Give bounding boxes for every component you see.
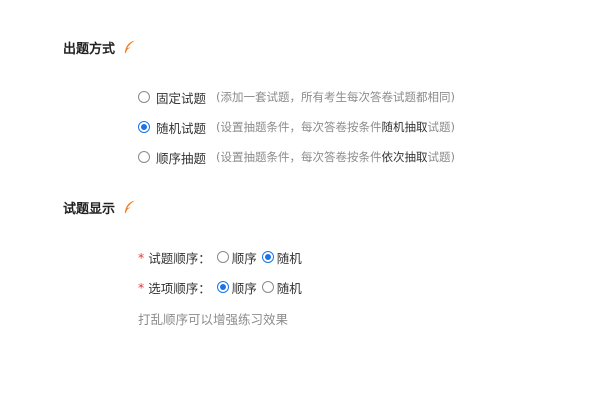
radio-sequential-questions[interactable]: 顺序抽题 (设置抽题条件，每次答卷按条件依次抽取试题) xyxy=(138,148,455,166)
question-order-sequential-radio[interactable] xyxy=(216,251,229,263)
option-label: 顺序 xyxy=(231,250,257,266)
option-label: 随机 xyxy=(276,280,302,296)
section-title-text: 试题显示 xyxy=(63,201,116,217)
option-label: 顺序抽题 xyxy=(156,150,207,166)
radio-random-questions[interactable]: 随机试题 (设置抽题条件，每次答卷按条件随机抽取试题) xyxy=(138,118,455,136)
section-title-question-display: 试题显示 xyxy=(63,198,136,217)
section-title-question-mode: 出题方式 xyxy=(63,38,136,57)
option-label: 顺序 xyxy=(231,280,257,296)
option-order-random-radio[interactable] xyxy=(261,281,274,293)
required-mark: * xyxy=(138,279,145,295)
section-title-text: 出题方式 xyxy=(63,41,116,57)
required-mark: * xyxy=(138,249,145,265)
option-hint: (添加一套试题，所有考生每次答卷试题都相同) xyxy=(216,90,455,104)
question-order-random-radio[interactable] xyxy=(261,251,274,263)
option-order-field: * 选项顺序： 顺序 随机 xyxy=(138,278,305,296)
option-label: 固定试题 xyxy=(156,90,207,106)
option-order-label: 选项顺序： xyxy=(148,280,211,296)
option-hint: (设置抽题条件，每次答卷按条件随机抽取试题) xyxy=(216,120,456,134)
question-order-label: 试题顺序： xyxy=(148,250,211,266)
radio-button[interactable] xyxy=(138,151,150,163)
radio-fixed-questions[interactable]: 固定试题 (添加一套试题，所有考生每次答卷试题都相同) xyxy=(138,88,455,106)
option-hint: (设置抽题条件，每次答卷按条件依次抽取试题) xyxy=(216,150,456,164)
shuffle-note: 打乱顺序可以增强练习效果 xyxy=(138,312,289,327)
option-order-sequential-radio[interactable] xyxy=(216,281,229,293)
feather-icon xyxy=(124,200,135,214)
option-label: 随机 xyxy=(276,250,302,266)
radio-button[interactable] xyxy=(138,91,150,103)
question-order-field: * 试题顺序： 顺序 随机 xyxy=(138,248,305,266)
option-label: 随机试题 xyxy=(156,120,207,136)
radio-button-checked[interactable] xyxy=(138,121,150,133)
feather-icon xyxy=(124,40,135,54)
